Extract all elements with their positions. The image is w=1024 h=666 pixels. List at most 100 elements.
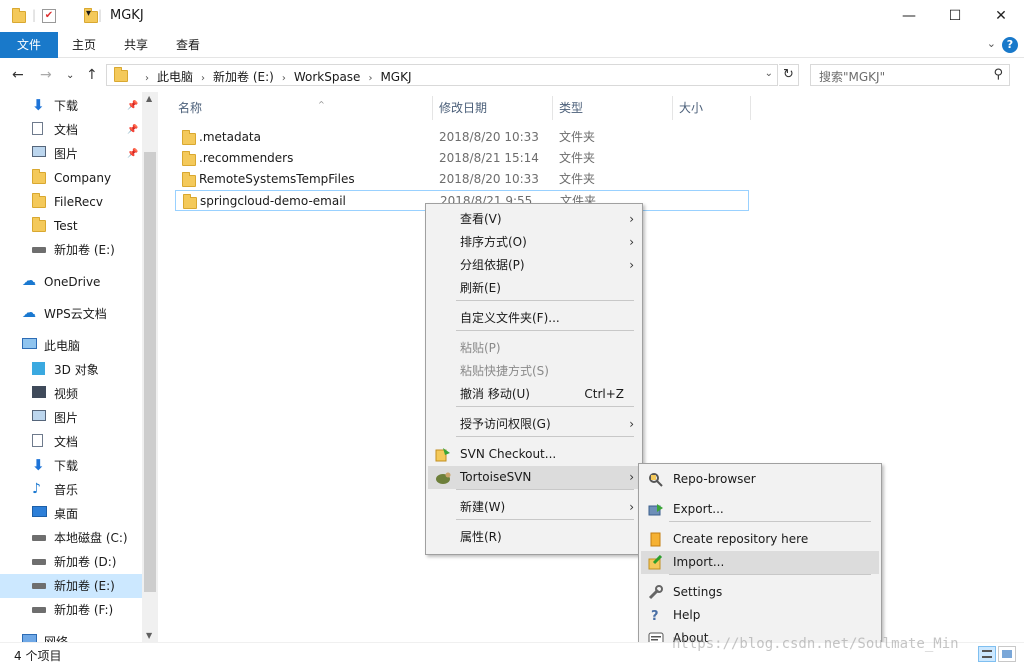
menu-item-label: Create repository here [673, 532, 809, 546]
sidebar-item[interactable]: ⬇ 下载 📌 [0, 94, 142, 118]
large-icons-view-button[interactable] [998, 646, 1016, 662]
column-header-type[interactable]: 类型 [559, 96, 583, 120]
menu-item-properties[interactable]: 属性(R) [428, 526, 640, 549]
sidebar-item-label: 图片 [54, 147, 79, 161]
menu-item-refresh[interactable]: 刷新(E) [428, 277, 640, 300]
table-row[interactable]: RemoteSystemsTempFiles 2018/8/20 10:33 文件夹 [175, 169, 749, 190]
menu-item-import[interactable]: Import... [641, 551, 879, 574]
tab-file[interactable]: 文件 [0, 32, 58, 58]
column-header-name[interactable]: 名称 ^ [178, 96, 325, 120]
column-header-date[interactable]: 修改日期 [439, 96, 487, 120]
large-icons-view-icon [1002, 650, 1012, 658]
column-divider[interactable] [432, 96, 433, 120]
sidebar-item[interactable]: 此电脑 [0, 334, 142, 358]
tab-home[interactable]: 主页 [58, 32, 110, 58]
sidebar-item[interactable]: 文档 [0, 430, 142, 454]
sidebar-item[interactable]: 网络 [0, 630, 142, 642]
sidebar-item[interactable]: 新加卷 (E:) [0, 574, 142, 598]
menu-separator [669, 521, 871, 522]
menu-item-label: 查看(V) [460, 212, 502, 226]
sidebar-item-label: 3D 对象 [54, 363, 99, 377]
table-row[interactable]: .metadata 2018/8/20 10:33 文件夹 [175, 127, 749, 148]
search-input[interactable]: 搜索"MGKJ" ⚲ [810, 64, 1010, 86]
sidebar-item[interactable]: 文档 📌 [0, 118, 142, 142]
column-divider[interactable] [750, 96, 751, 120]
minimize-button[interactable]: — [886, 0, 932, 32]
menu-item-tortoisesvn[interactable]: TortoiseSVN › [428, 466, 640, 489]
sidebar-item[interactable]: ☁ OneDrive [0, 270, 142, 294]
menu-item-sort-by[interactable]: 排序方式(O) › [428, 231, 640, 254]
sidebar-item[interactable]: 视频 [0, 382, 142, 406]
sidebar-item-label: 此电脑 [44, 339, 81, 353]
details-view-button[interactable] [978, 646, 996, 662]
column-divider[interactable] [672, 96, 673, 120]
recent-dropdown-icon[interactable]: ⌄ [66, 70, 74, 81]
properties-icon[interactable]: ✔ [42, 9, 56, 23]
sidebar-item[interactable]: 图片 [0, 406, 142, 430]
help-icon[interactable]: ? [1002, 37, 1018, 53]
separator: | [98, 8, 103, 22]
sidebar-scrollbar[interactable]: ▲ ▼ [142, 92, 158, 642]
breadcrumb-workspase[interactable]: WorkSpase [294, 70, 361, 84]
tab-share[interactable]: 共享 [110, 32, 162, 58]
title-bar: | ✔ ▾ | MGKJ — ☐ ✕ [0, 0, 1024, 32]
tab-view[interactable]: 查看 [162, 32, 214, 58]
refresh-icon: ↻ [783, 67, 794, 82]
sidebar-item-label: 新加卷 (E:) [54, 579, 115, 593]
menu-item-create-repository[interactable]: Create repository here [641, 528, 879, 551]
scroll-up-icon[interactable]: ▲ [146, 94, 152, 103]
sidebar-item[interactable]: ♪ 音乐 [0, 478, 142, 502]
sidebar-item[interactable]: 桌面 [0, 502, 142, 526]
menu-item-group-by[interactable]: 分组依据(P) › [428, 254, 640, 277]
menu-item-help[interactable]: ? Help [641, 604, 879, 627]
menu-item-svn-checkout[interactable]: SVN Checkout... [428, 443, 640, 466]
sidebar-item[interactable]: ⬇ 下载 [0, 454, 142, 478]
chevron-down-icon[interactable]: ⌄ [765, 68, 773, 79]
address-bar[interactable]: › 此电脑 › 新加卷 (E:) › WorkSpase › MGKJ ⌄ [106, 64, 778, 86]
sidebar-item-label: 文档 [54, 435, 79, 449]
menu-item-settings[interactable]: Settings [641, 581, 879, 604]
chevron-down-icon[interactable]: ⌄ [987, 37, 996, 50]
menu-item-label: 粘贴快捷方式(S) [460, 364, 549, 378]
menu-item-paste-shortcut[interactable]: 粘贴快捷方式(S) [428, 360, 640, 383]
refresh-button[interactable]: ↻ [779, 64, 799, 86]
breadcrumb-drive-e[interactable]: 新加卷 (E:) [213, 70, 274, 84]
table-row[interactable]: .recommenders 2018/8/21 15:14 文件夹 [175, 148, 749, 169]
column-header-size[interactable]: 大小 [679, 96, 703, 120]
menu-item-view[interactable]: 查看(V) › [428, 208, 640, 231]
quick-access-dropdown-icon[interactable]: ▾ [86, 8, 91, 26]
breadcrumb-this-pc[interactable]: 此电脑 [157, 70, 193, 84]
back-arrow-icon[interactable]: ← [12, 67, 24, 83]
menu-item-undo-move[interactable]: 撤消 移动(U) Ctrl+Z [428, 383, 640, 406]
scrollbar-thumb[interactable] [144, 152, 156, 592]
sidebar-item[interactable]: 新加卷 (F:) [0, 598, 142, 622]
sidebar-item[interactable]: 新加卷 (E:) [0, 238, 142, 262]
menu-item-label: 粘贴(P) [460, 341, 501, 355]
menu-item-paste[interactable]: 粘贴(P) [428, 337, 640, 360]
scroll-down-icon[interactable]: ▼ [146, 631, 152, 640]
sidebar-item[interactable]: FileRecv [0, 190, 142, 214]
sidebar-item-label: Company [54, 171, 112, 185]
sidebar-item[interactable]: Company [0, 166, 142, 190]
sidebar-item[interactable]: 新加卷 (D:) [0, 550, 142, 574]
breadcrumb-mgkj[interactable]: MGKJ [380, 70, 411, 84]
menu-item-repo-browser[interactable]: Repo-browser [641, 468, 879, 491]
picture-icon [32, 146, 46, 158]
sidebar-item[interactable]: Test [0, 214, 142, 238]
menu-item-export[interactable]: Export... [641, 498, 879, 521]
sidebar-item[interactable]: ☁ WPS云文档 [0, 302, 142, 326]
maximize-button[interactable]: ☐ [932, 0, 978, 32]
sidebar-item[interactable]: 图片 📌 [0, 142, 142, 166]
menu-item-give-access[interactable]: 授予访问权限(G) › [428, 413, 640, 436]
menu-item-new[interactable]: 新建(W) › [428, 496, 640, 519]
close-button[interactable]: ✕ [978, 0, 1024, 32]
column-divider[interactable] [552, 96, 553, 120]
sidebar-item-label: 视频 [54, 387, 79, 401]
sidebar-item[interactable]: 本地磁盘 (C:) [0, 526, 142, 550]
folder-icon [183, 194, 197, 209]
menu-item-customize-folder[interactable]: 自定义文件夹(F)... [428, 307, 640, 330]
up-arrow-icon[interactable]: ↑ [86, 67, 98, 83]
drive-icon [32, 602, 46, 614]
sidebar-item[interactable]: 3D 对象 [0, 358, 142, 382]
forward-arrow-icon[interactable]: → [40, 67, 52, 83]
